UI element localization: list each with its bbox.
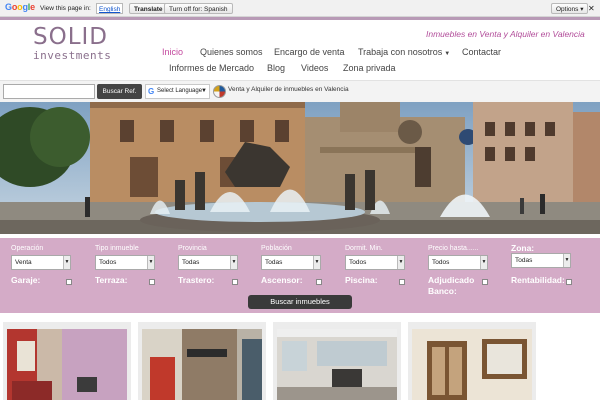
filter-label-zona: Zona:	[511, 243, 535, 253]
adjudicado-banco-checkbox[interactable]	[482, 279, 488, 285]
nav-item-quienes-somos[interactable]: Quienes somos	[200, 47, 263, 57]
trastero-checkbox[interactable]	[232, 279, 238, 285]
select-value: Todas	[182, 259, 200, 266]
property-card[interactable]	[3, 322, 131, 400]
filter-label-tipo-inmueble: Tipo inmueble	[95, 245, 139, 252]
select-value: Todas	[265, 259, 283, 266]
terraza-label: Terraza:	[95, 275, 128, 285]
ascensor-checkbox[interactable]	[316, 279, 322, 285]
dormitorios-select[interactable]: Todos ▼	[345, 255, 405, 270]
translate-prompt: View this page in:	[40, 5, 91, 12]
logo-wordmark: SOLID	[33, 24, 109, 50]
filter-label-poblacion: Población	[261, 245, 292, 252]
filter-label-provincia: Provincia	[178, 245, 207, 252]
property-card[interactable]	[408, 322, 536, 400]
strip-tagline: Venta y Alquiler de inmuebles en Valenci…	[228, 86, 349, 93]
select-value: Todos	[99, 259, 117, 266]
property-photo	[142, 329, 262, 400]
dropdown-arrow-icon: ▼	[397, 256, 404, 269]
nav-item-label: Trabaja con nosotros	[358, 47, 443, 57]
operacion-select[interactable]: Venta ▼	[11, 255, 71, 270]
nav-item-inicio[interactable]: Inicio	[162, 47, 183, 57]
dropdown-arrow-icon: ▼	[563, 254, 570, 267]
reference-search-input[interactable]	[3, 84, 95, 99]
translate-bar: Google View this page in: English Transl…	[0, 0, 600, 17]
filter-label-precio: Precio hasta......	[428, 245, 479, 252]
dropdown-arrow-icon: ▼	[480, 256, 487, 269]
close-icon[interactable]: ✕	[588, 3, 595, 14]
nav-item-contactar[interactable]: Contactar	[462, 47, 501, 57]
select-value: Todos	[432, 259, 450, 266]
google-g-icon: G	[148, 87, 155, 96]
dropdown-arrow-icon: ▼	[230, 256, 237, 269]
nav-item-trabaja-con-nosotros[interactable]: Trabaja con nosotros ▼	[358, 47, 450, 57]
dropdown-arrow-icon: ▼	[63, 256, 70, 269]
language-select[interactable]: English	[96, 3, 124, 14]
ascensor-label: Ascensor:	[261, 275, 303, 285]
dropdown-arrow-icon: ▼	[313, 256, 320, 269]
nav-item-videos[interactable]: Videos	[301, 63, 328, 73]
options-button[interactable]: Options ▾	[551, 3, 589, 14]
logo-subtitle: investments	[33, 49, 112, 62]
tipo-inmueble-select[interactable]: Todos ▼	[95, 255, 155, 270]
trastero-label: Trastero:	[178, 275, 215, 285]
search-properties-button[interactable]: Buscar inmuebles	[248, 295, 352, 309]
property-photo	[412, 329, 532, 400]
filter-label-dormitorios: Dormit. Min.	[345, 245, 383, 252]
google-logo: Google	[5, 2, 35, 12]
nav-item-blog[interactable]: Blog	[267, 63, 285, 73]
rentabilidad-checkbox[interactable]	[566, 279, 572, 285]
terraza-checkbox[interactable]	[149, 279, 155, 285]
select-value: Todas	[515, 257, 533, 264]
piscina-checkbox[interactable]	[399, 279, 405, 285]
select-value: Venta	[15, 259, 32, 266]
garaje-label: Garaje:	[11, 275, 41, 285]
property-card[interactable]	[273, 322, 401, 400]
rentabilidad-label: Rentabilidad:	[511, 275, 565, 285]
property-photo	[7, 329, 127, 400]
search-strip: Buscar Ref. G Select Language ▼ Venta y …	[0, 80, 600, 102]
dropdown-arrow-icon: ▼	[201, 88, 207, 94]
hero-image	[0, 102, 600, 234]
garaje-checkbox[interactable]	[66, 279, 72, 285]
property-photo	[277, 329, 397, 400]
nav-item-encargo-de-venta[interactable]: Encargo de venta	[274, 47, 345, 57]
header-accent-line	[0, 17, 600, 20]
dropdown-arrow-icon: ▼	[147, 256, 154, 269]
language-selector[interactable]: G Select Language ▼	[145, 84, 210, 99]
provincia-select[interactable]: Todas ▼	[178, 255, 238, 270]
nav-item-informes-de-mercado[interactable]: Informes de Mercado	[169, 63, 254, 73]
site-logo[interactable]: SOLID investments	[33, 24, 112, 62]
nav-item-zona-privada[interactable]: Zona privada	[343, 63, 396, 73]
header-tagline: Inmuebles en Venta y Alquiler en Valenci…	[426, 29, 585, 39]
poblacion-select[interactable]: Todas ▼	[261, 255, 321, 270]
turn-off-button[interactable]: Turn off for: Spanish	[164, 3, 233, 14]
language-selector-label: Select Language	[157, 88, 203, 94]
search-reference-button[interactable]: Buscar Ref.	[97, 84, 142, 99]
page: { "translate_bar": { "google": "Google",…	[0, 0, 600, 400]
filter-label-operacion: Operación	[11, 245, 44, 252]
property-card[interactable]	[138, 322, 266, 400]
adjudicado-banco-label: Adjudicado Banco:	[428, 275, 475, 296]
translate-button[interactable]: Translate	[129, 3, 168, 14]
zona-select[interactable]: Todas ▼	[511, 253, 571, 268]
precio-select[interactable]: Todos ▼	[428, 255, 488, 270]
flag-icon	[213, 85, 226, 98]
piscina-label: Piscina:	[345, 275, 378, 285]
select-value: Todos	[349, 259, 367, 266]
caret-down-icon: ▼	[444, 51, 451, 57]
